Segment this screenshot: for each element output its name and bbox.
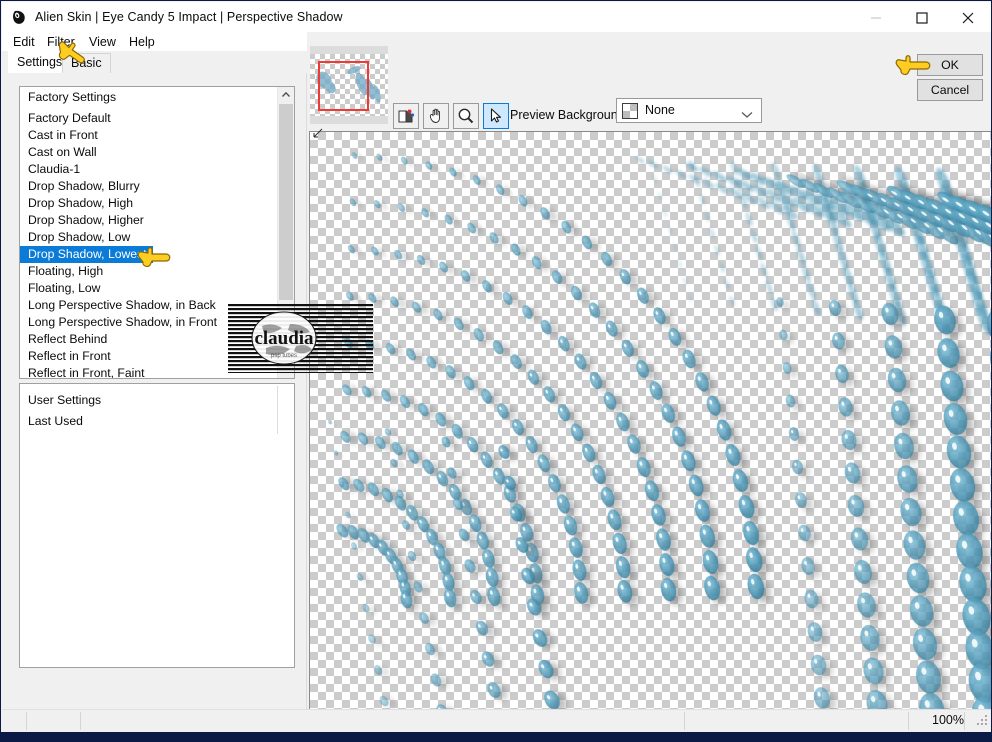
- settings-list-item[interactable]: Floating, Low: [20, 280, 278, 297]
- arrow-select-icon[interactable]: [483, 103, 509, 129]
- user-settings-item[interactable]: Last Used: [20, 411, 278, 432]
- user-settings-list[interactable]: User Settings Last Used: [19, 383, 295, 668]
- preview-background-value: None: [645, 103, 675, 117]
- settings-list-item[interactable]: Claudia-1: [20, 161, 278, 178]
- navigator-viewport-rect[interactable]: [318, 61, 369, 111]
- transparency-swatch-icon: [622, 103, 638, 119]
- settings-list-item[interactable]: Drop Shadow, High: [20, 195, 278, 212]
- preview-canvas[interactable]: [309, 131, 991, 713]
- scroll-up-arrow-icon[interactable]: [278, 87, 294, 103]
- color-picker-icon[interactable]: [393, 103, 419, 129]
- window-resize-grip-icon[interactable]: [976, 714, 988, 729]
- tab-settings[interactable]: Settings: [8, 51, 71, 73]
- window-bottom-chrome: [1, 732, 991, 741]
- status-divider-3: [684, 712, 685, 730]
- settings-list-item[interactable]: Cast on Wall: [20, 144, 278, 161]
- application-window: Alien Skin | Eye Candy 5 Impact | Perspe…: [0, 0, 992, 742]
- navigator-thumbnail[interactable]: [310, 46, 388, 124]
- settings-list-item[interactable]: Factory Settings: [20, 89, 278, 106]
- status-bar: 100%: [2, 709, 991, 732]
- alien-head-icon: [11, 9, 28, 26]
- claudia-watermark: claudia psp tubes: [228, 304, 373, 373]
- maximize-button[interactable]: [899, 3, 945, 32]
- menu-item-view[interactable]: View: [86, 34, 119, 50]
- scrollbar-thumb[interactable]: [279, 104, 293, 300]
- svg-text:psp tubes: psp tubes: [271, 353, 297, 359]
- preview-background-label: Preview Background:: [510, 108, 629, 122]
- menu-item-help[interactable]: Help: [126, 34, 158, 50]
- zoom-magnifier-icon[interactable]: [453, 103, 479, 129]
- settings-list-item[interactable]: Drop Shadow, Low: [20, 229, 278, 246]
- chevron-down-icon: [741, 108, 753, 122]
- settings-list-item[interactable]: Factory Default: [20, 110, 278, 127]
- user-settings-rows: User Settings Last Used: [20, 390, 278, 432]
- status-divider-5: [964, 712, 965, 730]
- user-list-divider: [277, 386, 278, 434]
- watermark-text: claudia: [254, 328, 314, 349]
- menu-item-edit[interactable]: Edit: [10, 34, 38, 50]
- settings-list-item[interactable]: Floating, High: [20, 263, 278, 280]
- user-settings-item[interactable]: User Settings: [20, 390, 278, 411]
- window-title: Alien Skin | Eye Candy 5 Impact | Perspe…: [35, 10, 343, 24]
- settings-list-item[interactable]: Drop Shadow, Lowest: [20, 246, 153, 263]
- preview-background-select[interactable]: None: [616, 98, 762, 123]
- settings-list-item[interactable]: Cast in Front: [20, 127, 278, 144]
- preview-image: [328, 152, 991, 713]
- status-divider-1: [26, 712, 27, 730]
- tab-basic[interactable]: Basic: [62, 53, 111, 73]
- preview-resize-grip[interactable]: [313, 127, 323, 141]
- settings-list-item[interactable]: Drop Shadow, Blurry: [20, 178, 278, 195]
- settings-list-item[interactable]: Drop Shadow, Higher: [20, 212, 278, 229]
- close-button[interactable]: [945, 3, 991, 32]
- hand-pan-icon[interactable]: [423, 103, 449, 129]
- zoom-level-indicator: 100%: [932, 713, 964, 727]
- menu-item-filter[interactable]: Filter: [44, 34, 78, 50]
- minimize-button[interactable]: [853, 3, 899, 32]
- settings-panel: Factory Settings Factory Default Cast in F…: [2, 73, 307, 714]
- cancel-button[interactable]: Cancel: [917, 79, 983, 101]
- ok-button[interactable]: OK: [917, 54, 983, 76]
- tab-strip: Settings Basic: [2, 51, 306, 73]
- status-divider-4: [908, 712, 909, 730]
- status-divider-2: [80, 712, 81, 730]
- title-bar: Alien Skin | Eye Candy 5 Impact | Perspe…: [2, 2, 991, 33]
